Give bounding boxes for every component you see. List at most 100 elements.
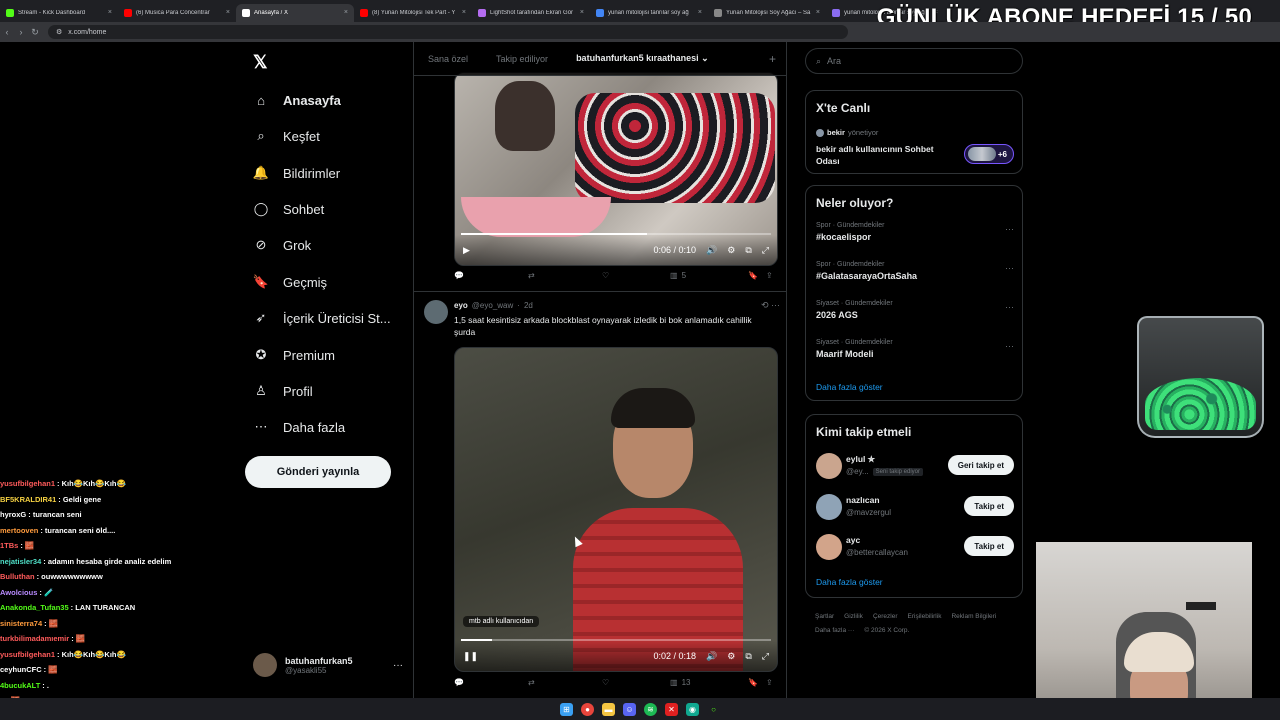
follow-suggestion[interactable]: nazlıcan @mavzergul Takip et — [816, 492, 1014, 522]
fullscreen-icon[interactable]: ⤢ — [762, 245, 769, 256]
spotify-icon[interactable]: ≋ — [644, 702, 657, 716]
follow-suggestion[interactable]: ayc @bettercallaycan Takip et — [816, 532, 1014, 562]
close-icon[interactable]: × — [580, 9, 584, 16]
pip-icon[interactable]: ⧉ — [745, 651, 751, 662]
windows-start-icon[interactable]: ⊞ — [560, 702, 573, 716]
search-input[interactable]: ⌕ Ara — [805, 48, 1023, 74]
close-icon[interactable]: × — [462, 9, 466, 16]
more-options-icon[interactable]: ··· — [1005, 341, 1014, 351]
close-icon[interactable]: × — [108, 9, 112, 16]
discord-icon[interactable]: ☺ — [623, 702, 636, 716]
settings-icon[interactable]: ⚙ — [727, 651, 735, 662]
reply-icon[interactable]: 💬 — [454, 678, 528, 687]
chat-username[interactable]: Bulluthan — [0, 572, 35, 581]
footer-link[interactable]: Şartlar — [815, 610, 834, 624]
trend-item[interactable]: Siyaset · Gündemdekiler 2026 AGS ··· — [816, 300, 1014, 320]
footer-link[interactable]: Reklam Bilgileri — [951, 610, 996, 624]
reply-icon[interactable]: 💬 — [454, 271, 528, 280]
app-red-icon[interactable]: ✕ — [665, 702, 678, 716]
views-count[interactable]: ▥ 5 — [670, 271, 748, 280]
chat-username[interactable]: ceyhunCFC — [0, 665, 42, 674]
avatar[interactable] — [816, 494, 842, 520]
chat-username[interactable]: mertooven — [0, 526, 38, 535]
chat-username[interactable]: turkbilimadamıemir — [0, 634, 69, 643]
x-logo-icon[interactable]: 𝕏 — [253, 52, 268, 73]
footer-link[interactable]: © 2026 X Corp. — [864, 624, 909, 638]
browser-tab[interactable]: (6) Musica Para Concentrar × — [118, 4, 236, 22]
chat-username[interactable]: nejatisler34 — [0, 557, 41, 566]
nav-item-more[interactable]: ⋯ Daha fazla — [253, 413, 346, 441]
browser-tab[interactable]: Stream - Kick Dashboard × — [0, 4, 118, 22]
trend-item[interactable]: Siyaset · Gündemdekiler Maarif Modeli ··· — [816, 339, 1014, 359]
retweet-icon[interactable]: ⇄ — [528, 678, 602, 687]
site-info-icon[interactable]: ⚙ — [56, 28, 62, 36]
url-field[interactable]: ⚙ x.com/home — [48, 25, 848, 39]
post-button[interactable]: Gönderi yayınla — [245, 456, 391, 488]
follow-show-more[interactable]: Daha fazla göster — [816, 577, 883, 587]
chat-username[interactable]: 1TBs — [0, 541, 18, 550]
grok-and-more-icons[interactable]: ⟲ ··· — [761, 300, 780, 311]
reload-icon[interactable]: ↻ — [28, 27, 42, 38]
browser-tab[interactable]: LightShot tarafından Ekran Gör × — [472, 4, 590, 22]
nav-item-bell[interactable]: 🔔 Bildirimler — [253, 159, 340, 187]
more-options-icon[interactable]: ··· — [1005, 302, 1014, 312]
live-host-name[interactable]: bekir — [827, 128, 845, 137]
tweet-author-handle[interactable]: @eyo_waw — [472, 301, 513, 310]
browser-tab[interactable]: yunan mitolojisi tanrılar soy ağ × — [590, 4, 708, 22]
more-options-icon[interactable]: ··· — [1005, 263, 1014, 273]
volume-icon[interactable]: 🔊 — [706, 245, 717, 256]
close-icon[interactable]: × — [344, 9, 348, 16]
back-icon[interactable]: ‹ — [0, 27, 14, 37]
views-count[interactable]: ▥ 13 — [670, 678, 748, 687]
forward-icon[interactable]: › — [14, 27, 28, 37]
avatar[interactable] — [816, 453, 842, 479]
browser-tab[interactable]: Yunan Mitolojisi Soy Ağacı – Sa × — [708, 4, 826, 22]
volume-icon[interactable]: 🔊 — [706, 651, 717, 662]
more-options-icon[interactable]: ··· — [1005, 224, 1014, 234]
browser-tab[interactable]: Anasayfa / X × — [236, 3, 354, 22]
nav-item-search[interactable]: ⌕ Keşfet — [253, 122, 320, 150]
browser-tab[interactable]: (8) Yunan Mitolojisi Tek Part - Y × — [354, 4, 472, 22]
follow-button[interactable]: Geri takip et — [947, 455, 1014, 475]
more-options-icon[interactable]: ··· — [393, 660, 403, 671]
nav-item-rocket[interactable]: ➶ İçerik Üreticisi St... — [253, 304, 391, 332]
tab-following[interactable]: Takip ediliyor — [482, 54, 562, 64]
chat-username[interactable]: Awolcious — [0, 588, 37, 597]
nav-item-profile[interactable]: ♙ Profil — [253, 377, 312, 405]
bookmark-icon[interactable]: 🔖 — [748, 271, 766, 280]
app-teal-icon[interactable]: ◉ — [686, 702, 699, 716]
chat-username[interactable]: hyroxG — [0, 510, 26, 519]
file-explorer-icon[interactable]: ▬ — [602, 702, 615, 716]
app-green-icon[interactable]: ○ — [707, 702, 720, 716]
chat-username[interactable]: 4bucukALT — [0, 681, 40, 690]
chrome-icon[interactable]: ● — [581, 702, 594, 716]
follow-button[interactable]: Takip et — [964, 536, 1014, 556]
close-icon[interactable]: × — [698, 9, 702, 16]
nav-item-premium[interactable]: ✪ Premium — [253, 341, 335, 369]
account-switcher[interactable]: batuhanfurkan5 @yasakli55 ··· — [253, 648, 403, 682]
nav-item-chat[interactable]: ◯ Sohbet — [253, 195, 324, 223]
footer-link[interactable]: Daha fazla ··· — [815, 624, 854, 638]
video-source-tag[interactable]: mtb adlı kullanıcıdan — [463, 616, 540, 627]
trend-item[interactable]: Spor · Gündemdekiler #kocaelispor ··· — [816, 222, 1014, 242]
add-tab-icon[interactable]: + — [769, 52, 776, 66]
chat-username[interactable]: BF5KRALDIR41 — [0, 495, 56, 504]
footer-link[interactable]: Erişilebilirlik — [908, 610, 942, 624]
nav-item-bookmark[interactable]: 🔖 Geçmiş — [253, 268, 327, 296]
close-icon[interactable]: × — [816, 9, 820, 16]
bookmark-icon[interactable]: 🔖 — [748, 678, 766, 687]
retweet-icon[interactable]: ⇄ — [528, 271, 602, 280]
tweet-author-name[interactable]: eyo — [454, 301, 468, 310]
share-icon[interactable]: ⇪ — [766, 678, 778, 687]
trends-show-more[interactable]: Daha fazla göster — [816, 382, 883, 392]
live-join-pill[interactable]: +6 — [964, 144, 1014, 164]
video-player[interactable]: mtb adlı kullanıcıdan ❚❚ 0:02 / 0:18 🔊 ⚙… — [454, 347, 778, 672]
trend-item[interactable]: Spor · Gündemdekiler #GalatasarayaOrtaSah… — [816, 261, 1014, 281]
settings-icon[interactable]: ⚙ — [727, 245, 735, 256]
pip-icon[interactable]: ⧉ — [745, 245, 751, 256]
chat-username[interactable]: Anakonda_Tufan35 — [0, 603, 69, 612]
tab-for-you[interactable]: Sana özel — [414, 54, 482, 64]
chat-username[interactable]: yusufbilgehan1 — [0, 650, 55, 659]
close-icon[interactable]: × — [226, 9, 230, 16]
pause-icon[interactable]: ❚❚ — [463, 651, 478, 662]
